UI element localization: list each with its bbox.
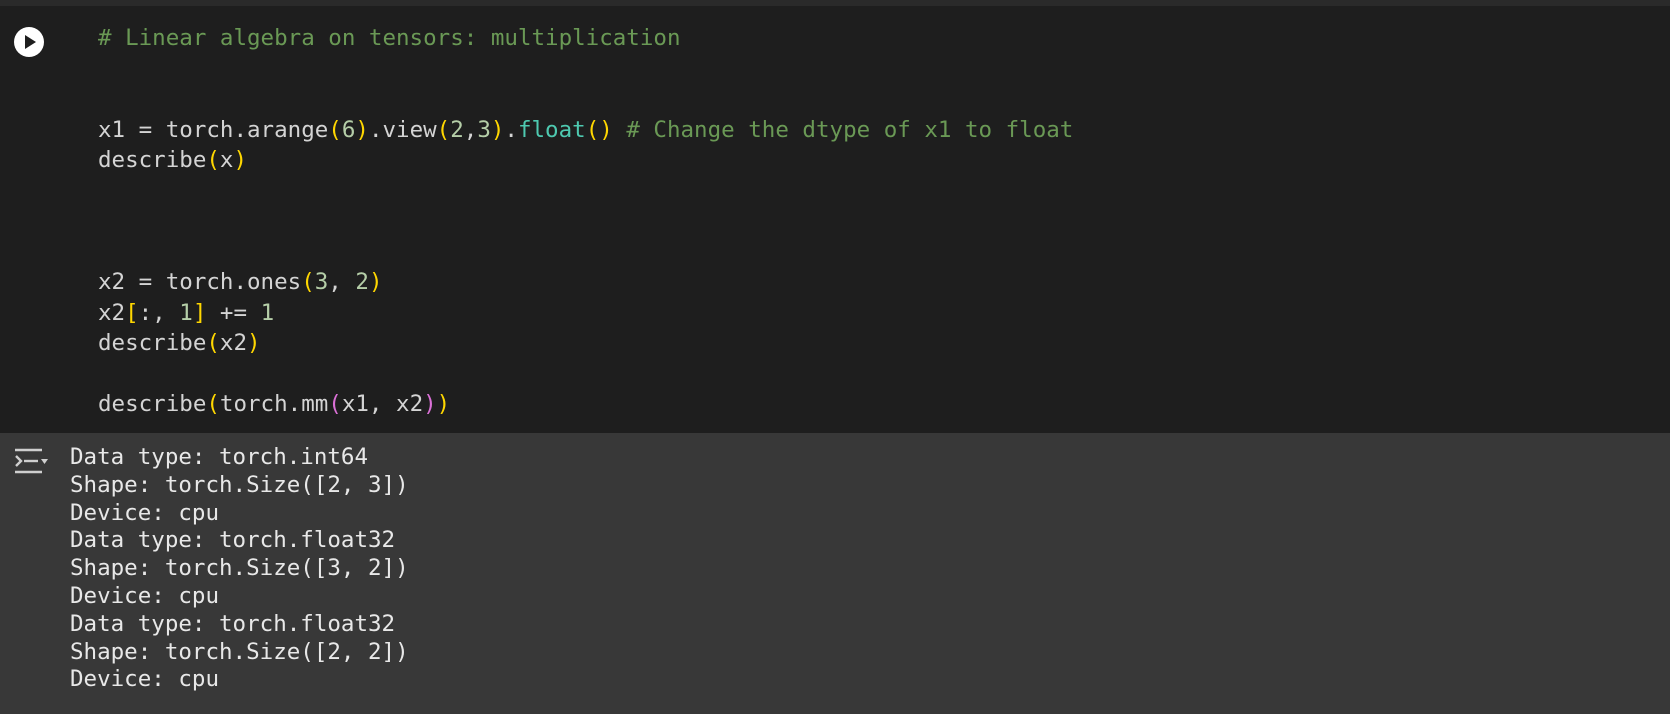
code-token: [ [125, 299, 139, 326]
code-token: torch.mm [219, 391, 329, 417]
output-line: Data type: torch.float32 [70, 610, 396, 637]
code-token: ) [355, 116, 369, 143]
code-token: ( [206, 391, 220, 417]
code-token: ) [423, 391, 437, 417]
code-token: # Linear algebra on tensors: multiplicat… [98, 25, 681, 51]
code-token: , [328, 269, 356, 295]
run-cell-button[interactable] [14, 27, 44, 57]
code-token: 3 [477, 116, 491, 143]
output-line: Data type: torch.float32 [70, 527, 396, 554]
code-token: 3 [314, 269, 329, 295]
code-token: 1 [179, 299, 193, 326]
code-token: 2 [450, 116, 464, 143]
code-token: describe [98, 391, 207, 417]
code-token: x [219, 147, 234, 173]
code-token: :, [138, 299, 180, 326]
code-token: ] [192, 299, 207, 326]
code-token: describe [98, 147, 207, 173]
code-line[interactable] [98, 176, 1073, 207]
code-line[interactable]: x2[:, 1] += 1 [98, 298, 1073, 329]
code-editor[interactable]: # Linear algebra on tensors: multiplicat… [98, 23, 1073, 420]
code-token: 6 [341, 116, 356, 143]
code-token: describe [98, 330, 207, 356]
code-token: ) [368, 269, 383, 295]
code-line[interactable]: x2 = torch.ones(3, 2) [98, 267, 1073, 298]
code-line[interactable]: x1 = torch.arange(6).view(2,3).float() #… [98, 115, 1073, 146]
code-line[interactable] [98, 54, 1073, 85]
code-line[interactable]: # Linear algebra on tensors: multiplicat… [98, 23, 1073, 54]
output-line: Shape: torch.Size([2, 2]) [70, 638, 409, 665]
code-token: ( [328, 116, 342, 143]
code-token: . [504, 116, 518, 143]
code-token: ( [206, 147, 220, 173]
output-line: Shape: torch.Size([2, 3]) [70, 471, 409, 498]
code-token: float [517, 116, 586, 143]
code-line[interactable] [98, 237, 1073, 268]
code-line[interactable] [98, 359, 1073, 390]
code-token: x2 = torch.ones [98, 269, 302, 295]
code-token: # Change the dtype of x1 to float [626, 116, 1074, 143]
code-line[interactable]: describe(x) [98, 145, 1073, 176]
code-token: 2 [355, 269, 369, 295]
code-token: x1 = torch.arange [98, 116, 329, 143]
code-token: ( [206, 330, 220, 356]
code-token: x2 [219, 330, 248, 356]
code-line[interactable]: describe(x2) [98, 328, 1073, 359]
code-token: ) [490, 116, 505, 143]
code-token: x1, x2 [341, 391, 424, 417]
code-token: ( [301, 269, 315, 295]
code-token: .view [368, 116, 437, 143]
output-line: Data type: torch.int64 [70, 444, 369, 470]
code-cell[interactable]: # Linear algebra on tensors: multiplicat… [0, 6, 1670, 433]
output-line: Device: cpu [70, 499, 220, 526]
code-line[interactable] [98, 84, 1073, 115]
code-line[interactable]: describe(torch.mm(x1, x2)) [98, 389, 1073, 420]
code-token: ( [436, 116, 451, 143]
code-token: () [585, 116, 613, 143]
code-token: ) [233, 147, 248, 173]
output-menu-icon[interactable] [14, 447, 48, 475]
code-token: ) [247, 330, 261, 356]
output-line: Device: cpu [70, 582, 220, 609]
output-text: Data type: torch.int64 Shape: torch.Size(… [70, 444, 409, 694]
code-token: ) [436, 391, 451, 417]
code-token: ( [328, 391, 342, 417]
code-token: += [206, 299, 261, 326]
play-icon [25, 35, 36, 49]
code-token: 1 [260, 299, 275, 326]
code-token: , [463, 116, 478, 143]
code-line[interactable] [98, 206, 1073, 237]
code-token: x2 [98, 299, 126, 326]
notebook-page: # Linear algebra on tensors: multiplicat… [0, 0, 1670, 714]
output-line: Shape: torch.Size([3, 2]) [70, 555, 409, 582]
output-line: Device: cpu [70, 666, 220, 693]
